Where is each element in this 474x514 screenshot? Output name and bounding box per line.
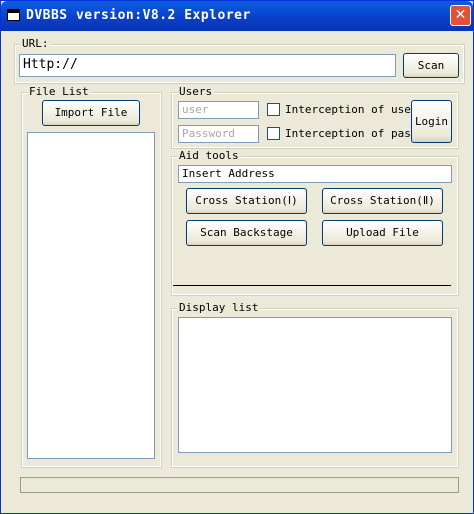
url-legend: URL:	[20, 37, 51, 50]
login-button[interactable]: Login	[411, 100, 452, 143]
app-window: DVBBS version:V8.2 Explorer ✕ URL: Http:…	[0, 0, 474, 514]
intercept-pass-label: Interception of pass	[285, 127, 418, 140]
url-input[interactable]: Http://	[19, 54, 396, 77]
intercept-user-checkbox[interactable]	[267, 103, 280, 116]
intercept-pass-checkbox[interactable]	[267, 127, 280, 140]
password-placeholder: Password	[182, 127, 235, 140]
user-placeholder: user	[182, 103, 209, 116]
status-bar	[20, 477, 459, 493]
scan-backstage-button[interactable]: Scan Backstage	[186, 220, 307, 246]
import-file-button[interactable]: Import File	[42, 100, 140, 126]
close-button[interactable]: ✕	[450, 5, 471, 26]
address-input[interactable]: Insert Address	[178, 165, 452, 183]
display-list-legend: Display list	[177, 301, 261, 314]
divider-line	[173, 285, 451, 286]
title-bar[interactable]: DVBBS version:V8.2 Explorer ✕	[1, 1, 473, 31]
cross-station-2-button[interactable]: Cross Station(Ⅱ)	[322, 188, 443, 214]
intercept-user-label: Interception of user	[285, 103, 418, 116]
window-title: DVBBS version:V8.2 Explorer	[26, 8, 251, 23]
cross-station-1-button[interactable]: Cross Station(Ⅰ)	[186, 188, 307, 214]
scan-button[interactable]: Scan	[403, 53, 459, 78]
app-icon	[7, 9, 20, 21]
password-input[interactable]: Password	[178, 125, 259, 143]
display-list-box[interactable]	[178, 317, 452, 453]
users-legend: Users	[177, 85, 215, 98]
file-list-legend: File List	[27, 85, 91, 98]
user-input[interactable]: user	[178, 101, 259, 119]
file-list-box[interactable]	[27, 132, 155, 459]
upload-file-button[interactable]: Upload File	[322, 220, 443, 246]
aid-tools-legend: Aid tools	[177, 149, 241, 162]
